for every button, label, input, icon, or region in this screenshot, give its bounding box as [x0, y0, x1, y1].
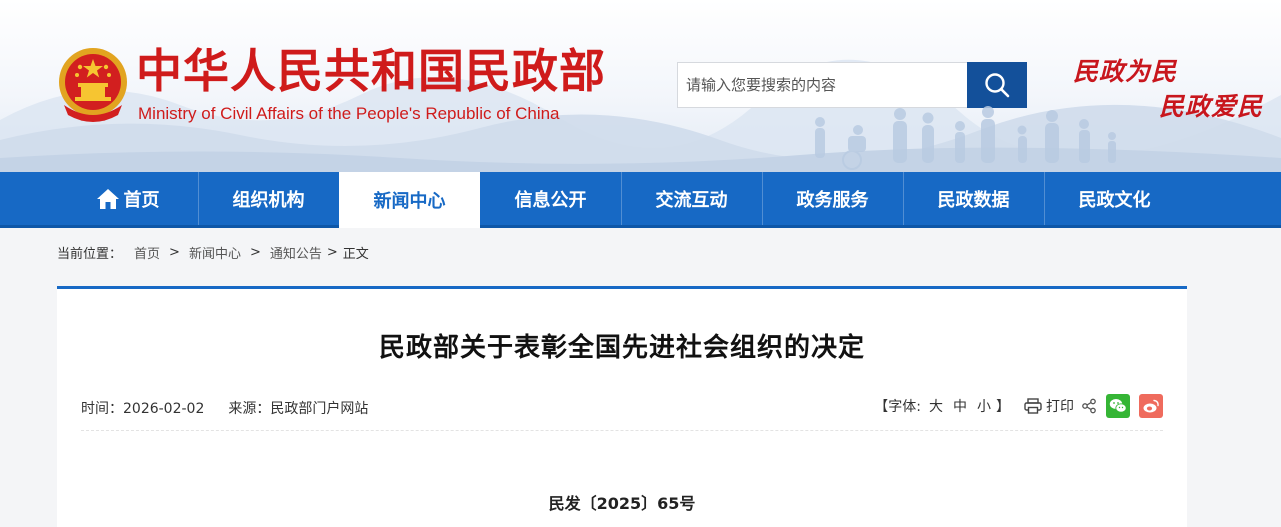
weibo-icon	[1143, 399, 1159, 413]
font-size-small-button[interactable]: 小	[977, 396, 991, 416]
people-silhouette-graphic	[815, 106, 1116, 170]
weibo-share-button[interactable]	[1139, 394, 1163, 418]
font-size-bracket-close: 】	[996, 399, 1010, 415]
article-tools: 【字体: 大 中 小 】 打印	[874, 394, 1163, 418]
source-label: 来源：	[228, 401, 271, 417]
nav-item-civil-data[interactable]: 民政数据	[903, 172, 1044, 225]
nav-item-government-services[interactable]: 政务服务	[762, 172, 903, 225]
nav-item-label: 民政文化	[1078, 189, 1151, 211]
nav-item-label: 民政数据	[937, 189, 1010, 211]
breadcrumb-separator: >	[169, 244, 180, 260]
article-card: 民政部关于表彰全国先进社会组织的决定 时间：2026-02-02 来源：民政部门…	[57, 286, 1187, 527]
nav-item-label: 信息公开	[514, 189, 587, 211]
slogan-line-1: 民政为民	[1073, 57, 1178, 86]
nav-item-interaction[interactable]: 交流互动	[621, 172, 762, 225]
site-title: 中华人民共和国民政部	[136, 44, 606, 98]
nav-item-information-disclosure[interactable]: 信息公开	[480, 172, 621, 225]
publish-date: 2026-02-02	[123, 401, 205, 417]
font-size-large-button[interactable]: 大	[929, 396, 943, 416]
meta-divider	[81, 430, 1163, 431]
breadcrumb: 当前位置： 首页 > 新闻中心 > 通知公告 > 正文	[57, 243, 369, 262]
nav-item-label: 组织机构	[232, 189, 305, 211]
nav-item-home[interactable]: 首页	[57, 172, 198, 225]
slogan-line-2: 民政爱民	[1159, 92, 1264, 121]
article-meta: 时间：2026-02-02 来源：民政部门户网站	[81, 398, 392, 418]
source-value: 民政部门户网站	[270, 401, 369, 417]
search-icon	[985, 73, 1010, 98]
print-button[interactable]: 打印	[1024, 396, 1074, 416]
nav-item-news-center[interactable]: 新闻中心	[339, 172, 480, 228]
document-number: 民发〔2025〕65号	[548, 494, 696, 513]
site-subtitle: Ministry of Civil Affairs of the People'…	[138, 104, 560, 123]
time-label: 时间：	[81, 401, 123, 417]
breadcrumb-notices-link[interactable]: 通知公告	[270, 243, 322, 262]
nav-item-label: 交流互动	[655, 189, 728, 211]
breadcrumb-label: 当前位置：	[57, 246, 123, 262]
article-title: 民政部关于表彰全国先进社会组织的决定	[378, 333, 865, 363]
nav-items: 首页 组织机构 新闻中心 信息公开 交流互动 政务服务 民政数据 民政文化	[57, 172, 1185, 228]
nav-item-organization[interactable]: 组织机构	[198, 172, 339, 225]
main-nav: 首页 组织机构 新闻中心 信息公开 交流互动 政务服务 民政数据 民政文化	[0, 172, 1281, 228]
nav-item-label: 首页	[123, 189, 160, 211]
breadcrumb-separator: >	[249, 244, 261, 260]
national-emblem-icon	[59, 48, 127, 122]
wechat-icon	[1109, 399, 1127, 413]
nav-item-civil-culture[interactable]: 民政文化	[1044, 172, 1185, 225]
nav-item-label: 新闻中心	[373, 191, 446, 212]
share-icon[interactable]	[1081, 398, 1097, 414]
nav-item-label: 政务服务	[796, 189, 869, 211]
font-size-medium-button[interactable]: 中	[953, 396, 967, 416]
breadcrumb-news-center-link[interactable]: 新闻中心	[189, 243, 241, 262]
site-header: 中华人民共和国民政部 Ministry of Civil Affairs of …	[0, 0, 1281, 172]
home-icon	[96, 188, 119, 209]
breadcrumb-home-link[interactable]: 首页	[134, 243, 160, 262]
breadcrumb-separator: >	[326, 244, 338, 260]
print-label: 打印	[1046, 399, 1074, 415]
wechat-share-button[interactable]	[1106, 394, 1130, 418]
font-size-label: 【字体:	[874, 399, 921, 415]
printer-icon	[1024, 398, 1042, 414]
breadcrumb-current: 正文	[342, 246, 369, 262]
